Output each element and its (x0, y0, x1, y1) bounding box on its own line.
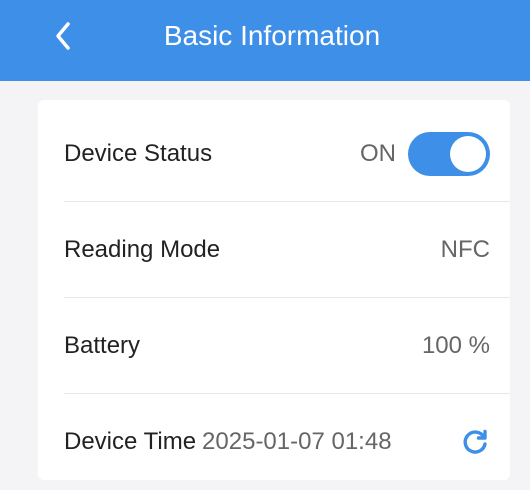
device-time-value: 2025-01-07 01:48 (202, 428, 392, 455)
battery-label: Battery (64, 332, 141, 359)
device-status-label: Device Status (64, 140, 213, 167)
toggle-knob (450, 136, 486, 172)
device-status-control: ON (360, 132, 490, 176)
refresh-icon[interactable] (460, 427, 490, 457)
page-title: Basic Information (163, 19, 381, 51)
reading-mode-value: NFC (440, 236, 490, 263)
device-status-row: Device Status ON (64, 106, 490, 202)
battery-value: 100 % (421, 332, 490, 359)
app-header: Basic Information (0, 0, 530, 81)
device-time-row: Device Time 2025-01-07 01:48 (64, 394, 490, 490)
reading-mode-label: Reading Mode (64, 236, 221, 263)
basic-info-card: Device Status ON Reading Mode NFC Batter… (38, 100, 510, 480)
reading-mode-row: Reading Mode NFC (64, 202, 490, 298)
device-status-value: ON (360, 140, 396, 167)
device-time-label: Device Time (64, 428, 197, 455)
device-time-content: Device Time 2025-01-07 01:48 (64, 428, 392, 456)
device-status-toggle[interactable] (408, 132, 490, 176)
battery-row: Battery 100 % (64, 298, 490, 394)
